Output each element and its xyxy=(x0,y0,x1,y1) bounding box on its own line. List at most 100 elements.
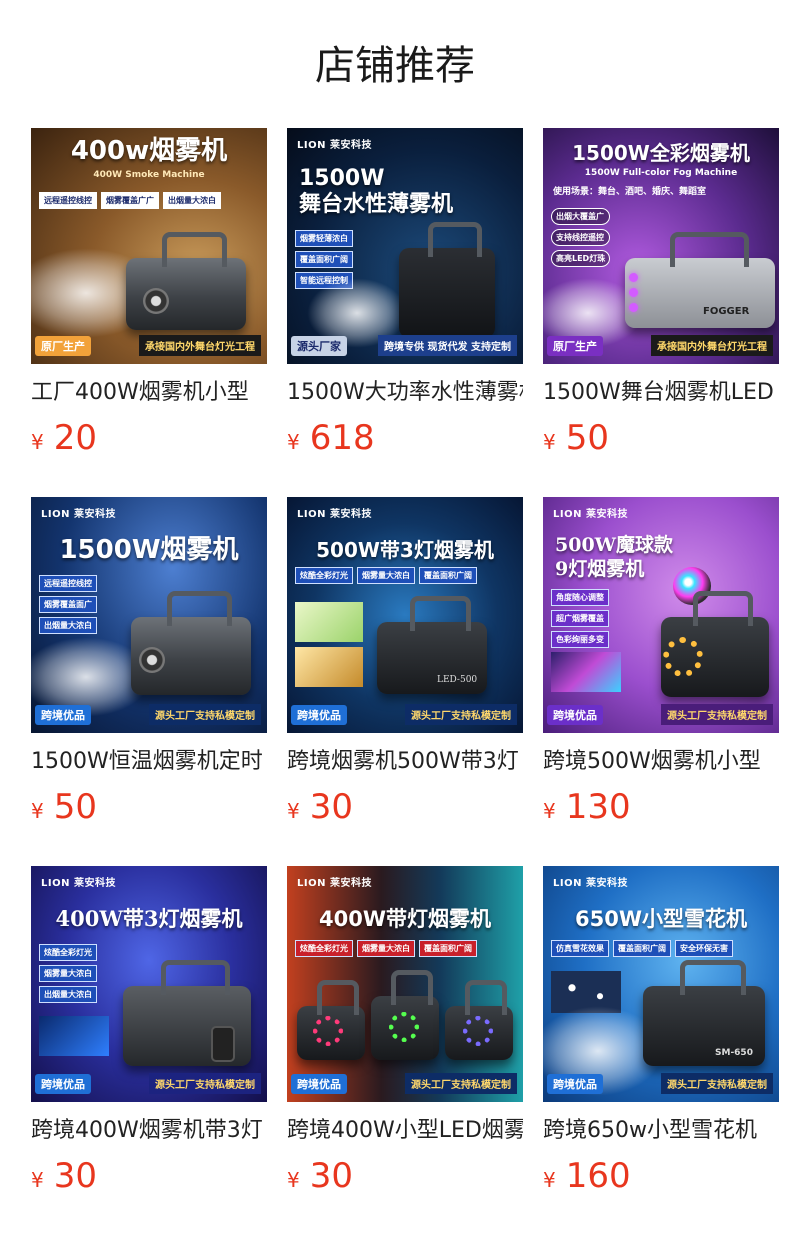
feature-chips: 炫酷全彩灯光 烟雾量大浓白 覆盖面积广阔 xyxy=(295,940,477,957)
led-lights xyxy=(629,273,638,312)
machine-label: SM-650 xyxy=(715,1048,753,1058)
product-image[interactable]: LION 莱安科技 650W小型雪花机 仿真雪花效果 覆盖面积广阔 安全环保无害… xyxy=(543,866,779,1102)
product-title[interactable]: 跨境650w小型雪花机 xyxy=(543,1116,779,1146)
feature-chip: 炫酷全彩灯光 xyxy=(295,940,353,957)
feature-chip: 炫酷全彩灯光 xyxy=(295,567,353,584)
feature-chips: 角度随心调整 超广烟雾覆盖 色彩绚丽多变 xyxy=(551,589,609,648)
feature-chip: 烟雾量大浓白 xyxy=(357,567,415,584)
product-card[interactable]: LION 莱安科技 500W魔球款 9灯烟雾机 角度随心调整 超广烟雾覆盖 色彩… xyxy=(543,497,779,866)
feature-chip: 覆盖面积广阔 xyxy=(295,251,353,268)
page-title: 店铺推荐 xyxy=(315,43,475,89)
promo-banner: 源头工厂支持私模定制 xyxy=(149,1073,261,1094)
brand-logo: LION 莱安科技 xyxy=(297,140,372,151)
product-price: ¥50 xyxy=(543,420,779,462)
currency-symbol: ¥ xyxy=(543,430,556,454)
factory-badge: 跨境优品 xyxy=(547,705,603,725)
product-title[interactable]: 跨境400W烟雾机带3灯 xyxy=(31,1116,267,1146)
brand-logo: LION 莱安科技 xyxy=(297,509,372,520)
product-image[interactable]: 400w烟雾机 400W Smoke Machine 远程遥控线控 烟雾覆盖广广… xyxy=(31,128,267,364)
brand-logo: LION 莱安科技 xyxy=(297,878,372,889)
image-headline: 400W带灯烟雾机 xyxy=(319,907,491,931)
promo-banner: 源头工厂支持私模定制 xyxy=(661,704,773,725)
product-image[interactable]: LION 莱安科技 500W魔球款 9灯烟雾机 角度随心调整 超广烟雾覆盖 色彩… xyxy=(543,497,779,733)
factory-badge: 原厂生产 xyxy=(547,336,603,356)
feature-chip: 烟雾量大浓白 xyxy=(39,965,97,982)
product-card[interactable]: 1500W全彩烟雾机 1500W Full-color Fog Machine … xyxy=(543,128,779,497)
promo-banner: 源头工厂支持私模定制 xyxy=(661,1073,773,1094)
image-headline: 1500W全彩烟雾机 xyxy=(572,141,750,165)
image-headline: 400W带3灯烟雾机 xyxy=(55,906,243,931)
feature-chip: 色彩绚丽多变 xyxy=(551,631,609,648)
product-price: ¥618 xyxy=(287,420,523,462)
product-image[interactable]: LION 莱安科技 1500W 舞台水性薄雾机 烟雾轻薄浓白 覆盖面积广阔 智能… xyxy=(287,128,523,364)
price-amount: 30 xyxy=(309,1156,353,1196)
factory-badge: 原厂生产 xyxy=(35,336,91,356)
feature-chips: 出烟大覆盖广 支持线控遥控 高亮LED灯珠 xyxy=(551,208,611,267)
price-amount: 50 xyxy=(53,787,97,827)
fog-machine-graphic xyxy=(399,222,495,338)
product-card[interactable]: LION 莱安科技 400W带3灯烟雾机 炫酷全彩灯光 烟雾量大浓白 出烟量大浓… xyxy=(31,866,267,1234)
product-price: ¥30 xyxy=(287,789,523,831)
factory-badge: 跨境优品 xyxy=(291,1074,347,1094)
promo-banner: 源头工厂支持私模定制 xyxy=(149,704,261,725)
price-amount: 50 xyxy=(565,418,609,458)
factory-badge: 跨境优品 xyxy=(291,705,347,725)
feature-chip: 覆盖面积广阔 xyxy=(419,940,477,957)
light-effect-thumb xyxy=(551,652,621,692)
product-price: ¥160 xyxy=(543,1158,779,1200)
product-title[interactable]: 1500W舞台烟雾机LED xyxy=(543,378,779,408)
product-title[interactable]: 跨境500W烟雾机小型 xyxy=(543,747,779,777)
currency-symbol: ¥ xyxy=(31,430,44,454)
product-image[interactable]: LION 莱安科技 500W带3灯烟雾机 炫酷全彩灯光 烟雾量大浓白 覆盖面积广… xyxy=(287,497,523,733)
image-headline: 500W魔球款 9灯烟雾机 xyxy=(555,534,673,580)
led-ring-graphic xyxy=(463,1016,493,1046)
feature-chip: 安全环保无害 xyxy=(675,940,733,957)
promo-banner: 承接国内外舞台灯光工程 xyxy=(651,335,773,356)
image-headline: 650W小型雪花机 xyxy=(575,907,747,931)
product-card[interactable]: LION 莱安科技 650W小型雪花机 仿真雪花效果 覆盖面积广阔 安全环保无害… xyxy=(543,866,779,1234)
feature-chip: 角度随心调整 xyxy=(551,589,609,606)
brand-logo: LION 莱安科技 xyxy=(41,509,116,520)
feature-chips: 炫酷全彩灯光 烟雾量大浓白 出烟量大浓白 xyxy=(39,944,97,1003)
feature-chip: 烟雾量大浓白 xyxy=(357,940,415,957)
light-effect-thumb xyxy=(295,647,363,687)
fog-machine-graphic xyxy=(625,232,775,328)
product-title[interactable]: 1500W大功率水性薄雾机 xyxy=(287,378,523,408)
machine-label: LED-500 xyxy=(437,675,478,685)
product-grid: 400w烟雾机 400W Smoke Machine 远程遥控线控 烟雾覆盖广广… xyxy=(31,128,780,1234)
price-amount: 30 xyxy=(309,787,353,827)
factory-badge: 源头厂家 xyxy=(291,336,347,356)
feature-chip: 远程遥控线控 xyxy=(39,575,97,592)
machine-nozzle xyxy=(143,288,169,314)
led-ring-graphic xyxy=(663,637,703,677)
product-card[interactable]: LION 莱安科技 1500W 舞台水性薄雾机 烟雾轻薄浓白 覆盖面积广阔 智能… xyxy=(287,128,523,497)
product-title[interactable]: 1500W恒温烟雾机定时 xyxy=(31,747,267,777)
product-price: ¥30 xyxy=(31,1158,267,1200)
price-amount: 130 xyxy=(565,787,631,827)
product-image[interactable]: 1500W全彩烟雾机 1500W Full-color Fog Machine … xyxy=(543,128,779,364)
led-ring-graphic xyxy=(389,1012,419,1042)
factory-badge: 跨境优品 xyxy=(35,1074,91,1094)
product-title[interactable]: 工厂400W烟雾机小型 xyxy=(31,378,267,408)
promo-banner: 承接国内外舞台灯光工程 xyxy=(139,335,261,356)
product-card[interactable]: LION 莱安科技 400W带灯烟雾机 炫酷全彩灯光 烟雾量大浓白 覆盖面积广阔… xyxy=(287,866,523,1234)
currency-symbol: ¥ xyxy=(31,799,44,823)
product-image[interactable]: LION 莱安科技 400W带3灯烟雾机 炫酷全彩灯光 烟雾量大浓白 出烟量大浓… xyxy=(31,866,267,1102)
product-card[interactable]: LION 莱安科技 1500W烟雾机 远程遥控线控 烟雾覆盖面广 出烟量大浓白 … xyxy=(31,497,267,866)
image-headline: 500W带3灯烟雾机 xyxy=(316,538,494,562)
feature-chip: 支持线控遥控 xyxy=(551,229,611,246)
product-card[interactable]: LION 莱安科技 500W带3灯烟雾机 炫酷全彩灯光 烟雾量大浓白 覆盖面积广… xyxy=(287,497,523,866)
led-ring-graphic xyxy=(313,1016,343,1046)
product-image[interactable]: LION 莱安科技 1500W烟雾机 远程遥控线控 烟雾覆盖面广 出烟量大浓白 … xyxy=(31,497,267,733)
currency-symbol: ¥ xyxy=(543,1168,556,1192)
feature-chip: 覆盖面积广阔 xyxy=(613,940,671,957)
product-title[interactable]: 跨境400W小型LED烟雾机 xyxy=(287,1116,523,1146)
feature-chip: 炫酷全彩灯光 xyxy=(39,944,97,961)
factory-badge: 跨境优品 xyxy=(547,1074,603,1094)
product-title[interactable]: 跨境烟雾机500W带3灯 xyxy=(287,747,523,777)
product-price: ¥20 xyxy=(31,420,267,462)
currency-symbol: ¥ xyxy=(31,1168,44,1192)
feature-chip: 出烟量大浓白 xyxy=(39,986,97,1003)
product-image[interactable]: LION 莱安科技 400W带灯烟雾机 炫酷全彩灯光 烟雾量大浓白 覆盖面积广阔… xyxy=(287,866,523,1102)
product-card[interactable]: 400w烟雾机 400W Smoke Machine 远程遥控线控 烟雾覆盖广广… xyxy=(31,128,267,497)
